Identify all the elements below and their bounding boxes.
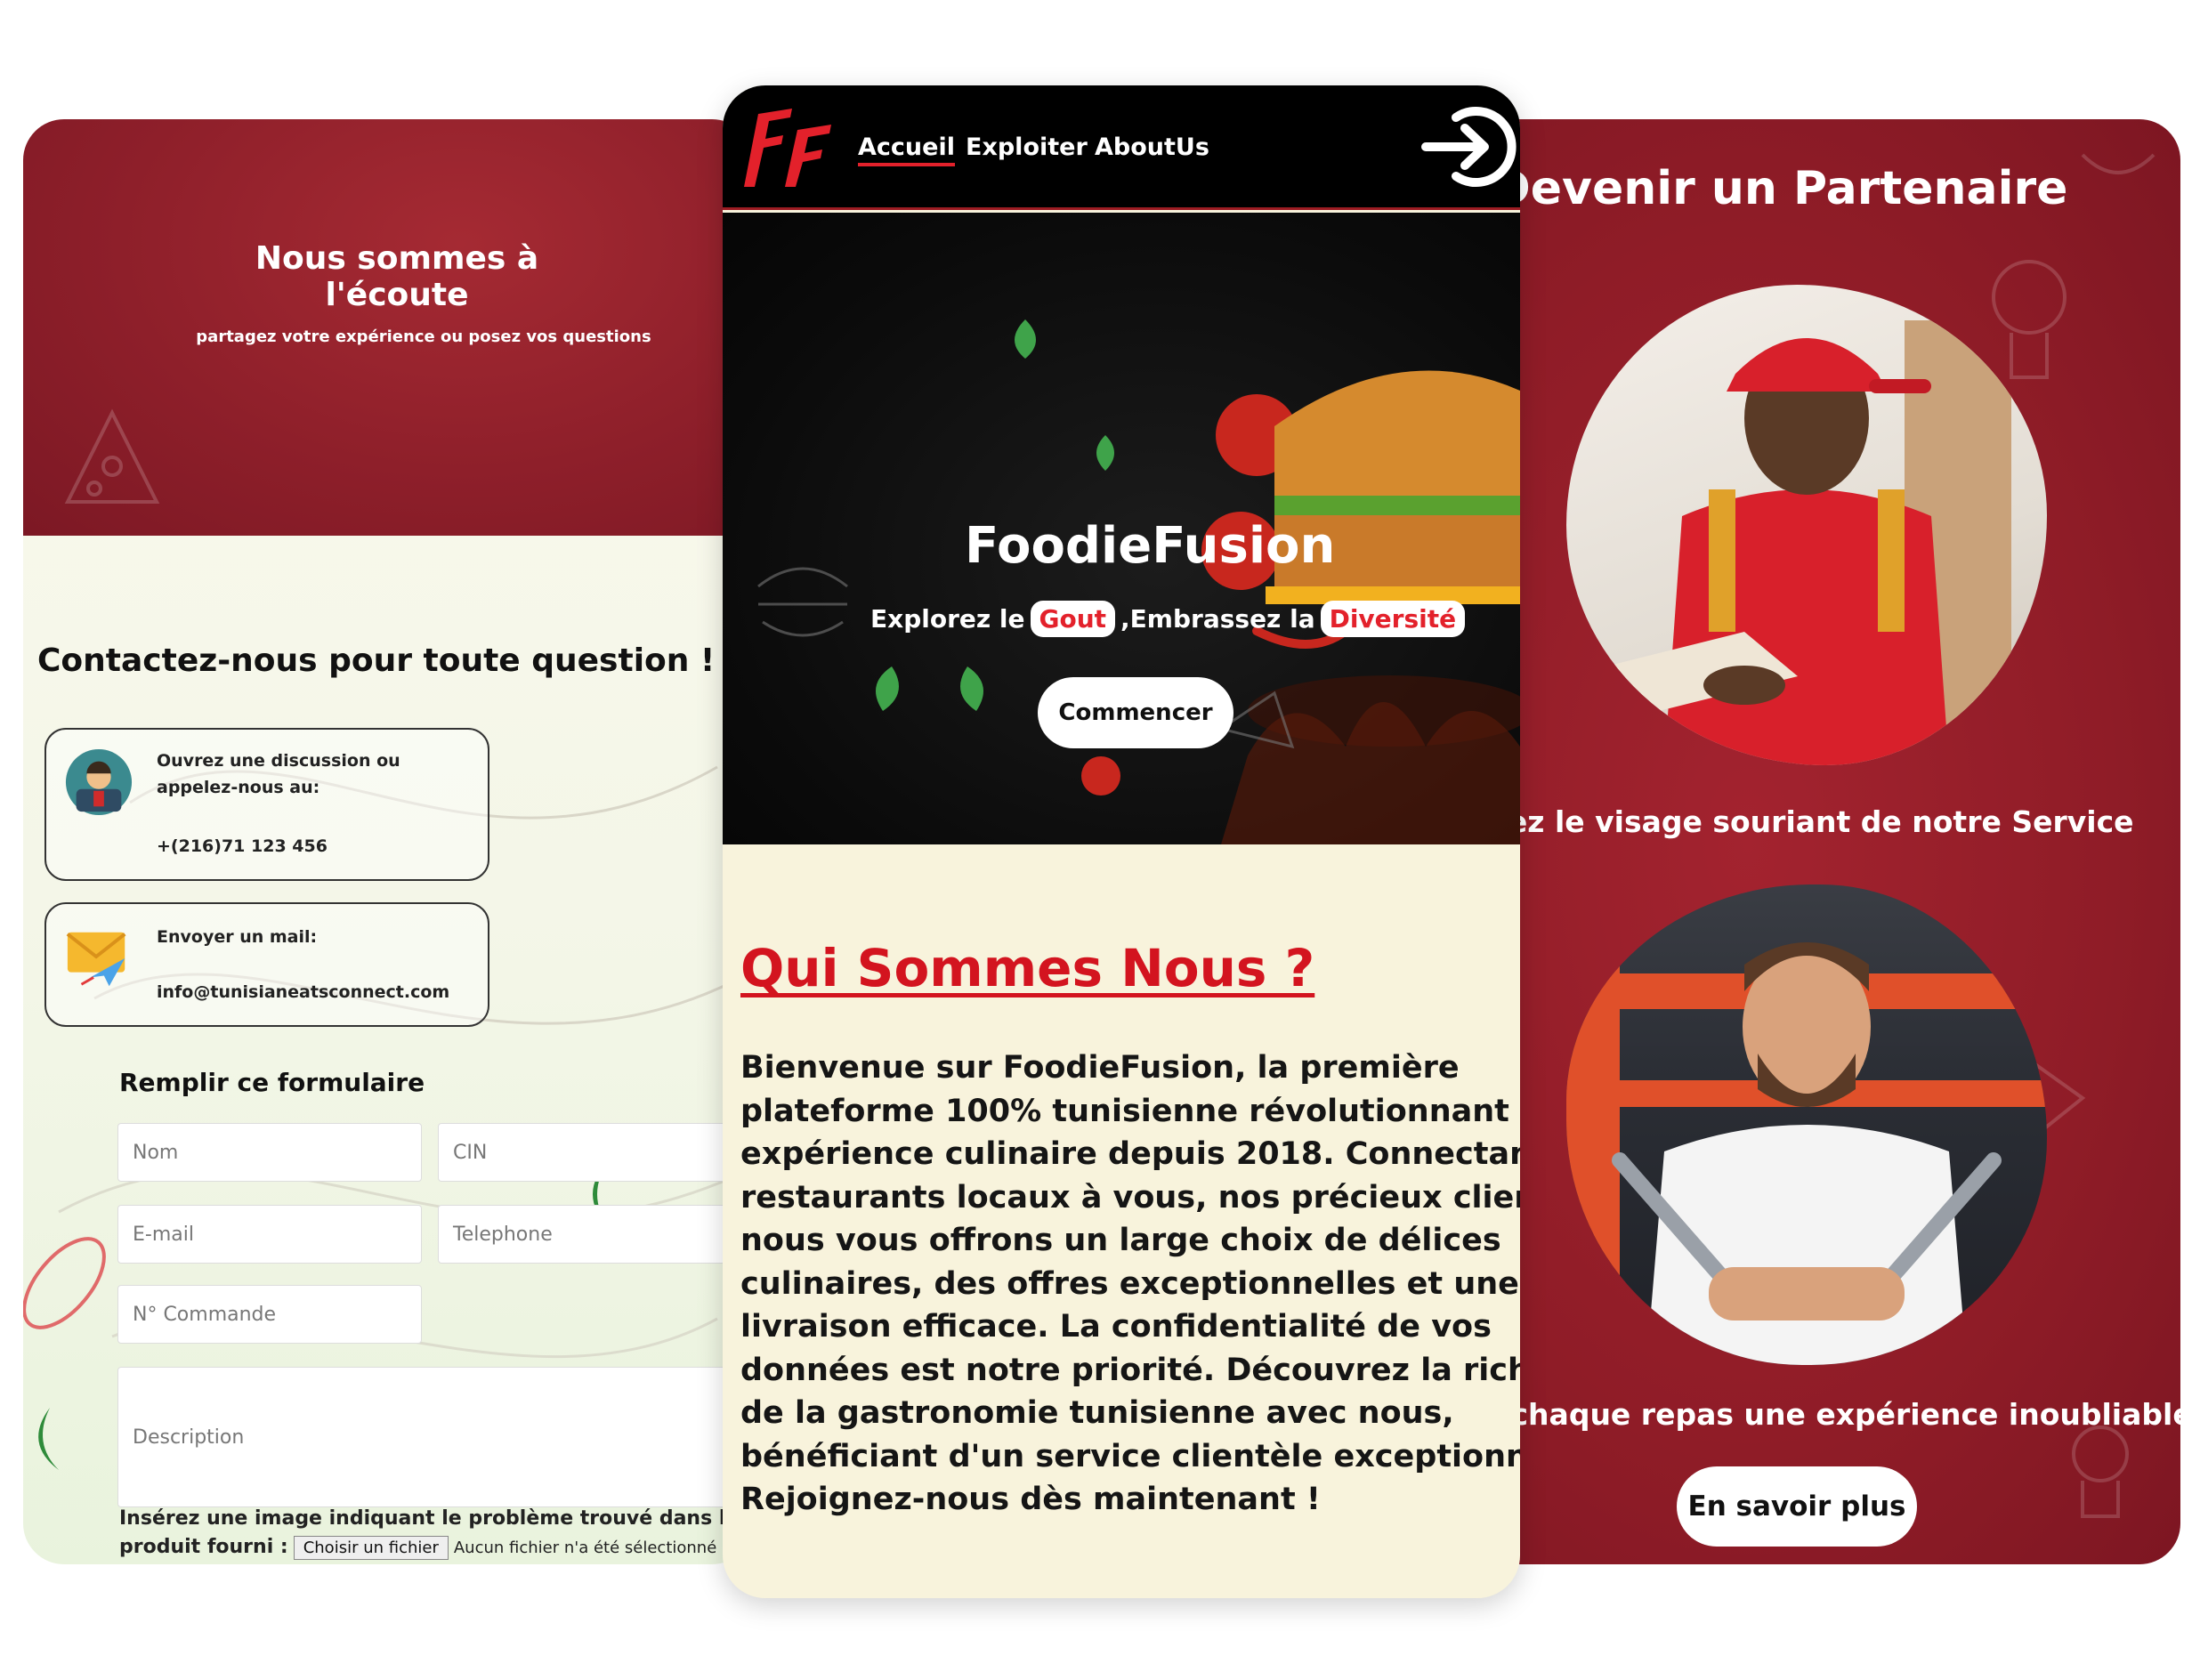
chef-photo — [1566, 884, 2047, 1365]
pizza-doodle-icon — [64, 408, 160, 504]
mail-card-label: Envoyer un mail: — [157, 927, 318, 947]
phone-card-line2: appelez-nous au: — [157, 778, 320, 797]
about-line: plateforme 100% tunisienne révolutionnan… — [740, 1093, 1520, 1129]
about-line: données est notre priorité. Découvrez la… — [740, 1352, 1520, 1388]
learn-more-button[interactable]: En savoir plus — [1677, 1466, 1917, 1547]
phone-card[interactable]: Ouvrez une discussion ou appelez-nous au… — [44, 728, 489, 881]
nav-accueil[interactable]: Accueil — [858, 133, 955, 166]
contact-heading: Contactez-nous pour toute question ! — [37, 642, 716, 679]
phone-number[interactable]: +(216)71 123 456 — [157, 836, 328, 856]
about-line: Rejoignez-nous dès maintenant ! — [740, 1482, 1321, 1517]
login-arrow-icon[interactable] — [1420, 98, 1518, 196]
nav-exploiter[interactable]: Exploiter — [966, 133, 1088, 161]
envelope-icon — [66, 932, 126, 987]
description-textarea[interactable]: Description — [117, 1367, 753, 1507]
about-line: nous vous offrons un large choix de déli… — [740, 1223, 1501, 1258]
email-address[interactable]: info@tunisianeatsconnect.com — [157, 982, 449, 1002]
partner-caption-1: enez le visage souriant de notre Service — [1467, 804, 2134, 839]
nom-input[interactable]: Nom — [117, 1123, 422, 1182]
choose-file-button[interactable]: Choisir un fichier — [293, 1536, 449, 1560]
partner-caption-2: de chaque repas une expérience inoubliab… — [1460, 1397, 2180, 1432]
about-line: Bienvenue sur FoodieFusion, la première — [740, 1050, 1460, 1086]
partner-panel: Devenir un Partenaire enez le visage sou… — [1460, 119, 2180, 1564]
partner-title: Devenir un Partenaire — [1492, 162, 2068, 215]
about-line: livraison efficace. La confidentialité d… — [740, 1309, 1492, 1345]
about-title: Qui Sommes Nous ? — [740, 938, 1315, 998]
nav-aboutus[interactable]: AboutUs — [1095, 133, 1209, 161]
foodiefusion-logo[interactable] — [739, 103, 837, 192]
upload-label: produit fourni : — [119, 1536, 288, 1558]
phone-card-line1: Ouvrez une discussion ou — [157, 751, 400, 771]
hero-tagline: Explorez le Gout ,Embrassez la Diversité — [870, 601, 1470, 637]
email-input[interactable]: E-mail — [117, 1205, 422, 1264]
about-line: expérience culinaire depuis 2018. Connec… — [740, 1136, 1520, 1172]
about-line: de la gastronomie tunisienne avec nous, — [740, 1395, 1454, 1431]
cin-input[interactable]: CIN — [438, 1123, 753, 1182]
upload-row: produit fourni : Choisir un fichier Aucun … — [119, 1536, 716, 1560]
telephone-input[interactable]: Telephone — [438, 1205, 753, 1264]
hero-section: FoodieFusion Explorez le Gout ,Embrassez… — [723, 213, 1520, 844]
upload-instructions: Insérez une image indiquant le problème … — [119, 1507, 740, 1530]
tagline-word-gout: Gout — [1030, 601, 1116, 637]
tagline-middle: ,Embrassez la — [1120, 604, 1315, 634]
home-panel: Accueil Exploiter AboutUs FoodieFusion E… — [723, 85, 1520, 1598]
about-line: bénéficiant d'un service clientèle excep… — [740, 1438, 1520, 1474]
form-title: Remplir ce formulaire — [119, 1068, 425, 1097]
tagline-prefix: Explorez le — [870, 604, 1025, 634]
contact-hero: Nous sommes à l'écoute partagez votre ex… — [23, 119, 753, 536]
about-text: Bienvenue sur FoodieFusion, la première … — [740, 1046, 1520, 1522]
contact-hero-subtitle: partagez votre expérience ou posez vos q… — [196, 327, 651, 346]
tagline-word-diversite: Diversité — [1320, 601, 1466, 637]
about-line: restaurants locaux à vous, nos précieux … — [740, 1179, 1520, 1216]
support-agent-icon — [65, 748, 133, 816]
file-status: Aucun fichier n'a été sélectionné — [453, 1539, 717, 1557]
mail-card[interactable]: Envoyer un mail: info@tunisianeatsconnec… — [44, 902, 489, 1027]
start-button[interactable]: Commencer — [1038, 677, 1233, 748]
chef-illustration — [1566, 942, 2047, 1365]
contact-hero-title: Nous sommes à l'écoute — [255, 240, 539, 313]
contact-panel: Nous sommes à l'écoute partagez votre ex… — [23, 119, 753, 1564]
about-line: culinaires, des offres exceptionnelles e… — [740, 1265, 1519, 1302]
navbar: Accueil Exploiter AboutUs — [723, 85, 1520, 210]
hero-title: FoodieFusion — [965, 517, 1336, 575]
commande-input[interactable]: N° Commande — [117, 1285, 422, 1344]
